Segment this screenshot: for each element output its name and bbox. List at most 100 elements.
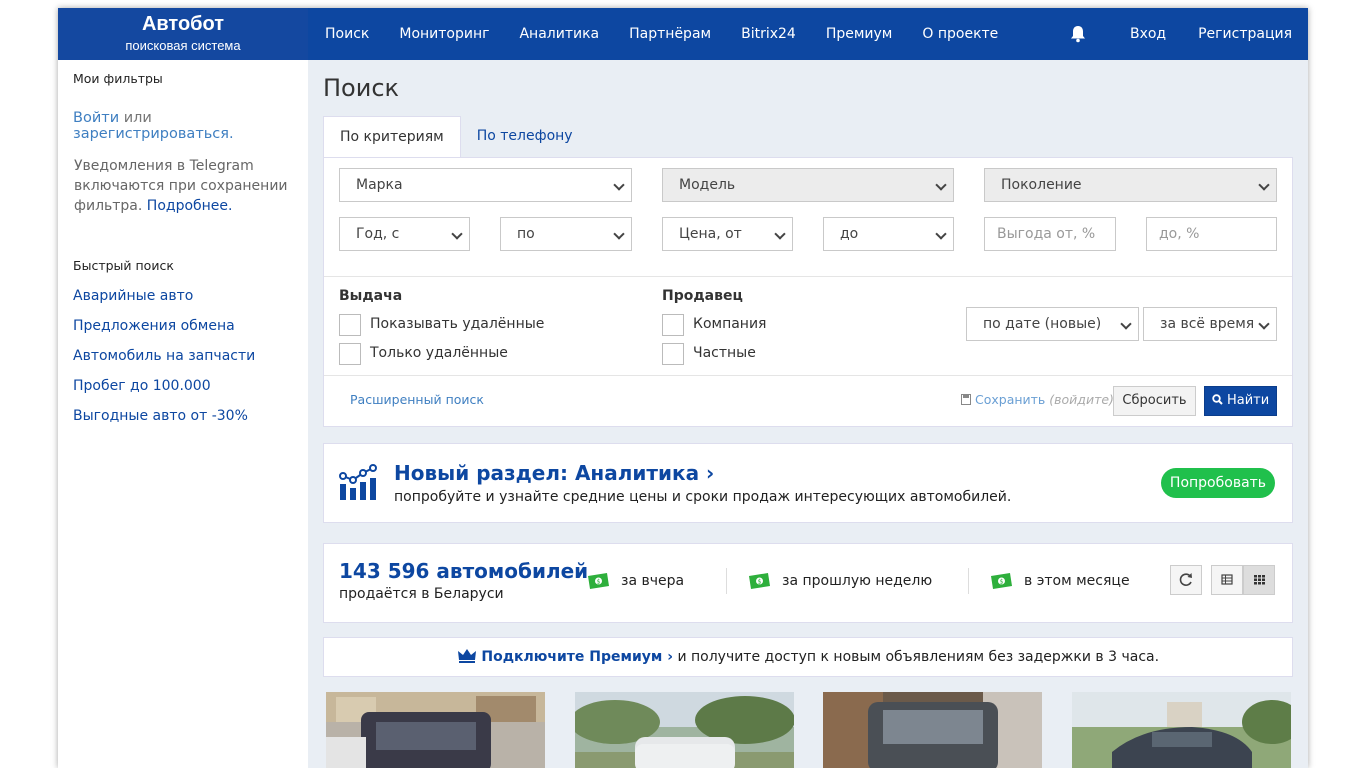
table-view-button[interactable] (1211, 565, 1243, 595)
refresh-icon (1179, 573, 1192, 586)
login-link[interactable]: Вход (1114, 8, 1182, 60)
model-select[interactable]: Модель (662, 168, 954, 202)
top-navbar: Автобот поисковая система Поиск Монитори… (58, 8, 1308, 60)
only-deleted-checkbox[interactable] (339, 343, 361, 365)
money-icon: $ (749, 573, 770, 589)
nav-partners[interactable]: Партнёрам (614, 8, 726, 60)
show-deleted-label: Показывать удалённые (370, 316, 545, 332)
car-photo (326, 692, 545, 768)
car-photo (575, 692, 794, 768)
brand-logo[interactable]: Автобот поисковая система (58, 8, 308, 60)
show-deleted-checkbox[interactable] (339, 314, 361, 336)
company-label: Компания (693, 316, 767, 332)
stat-yesterday-label: за вчера (621, 573, 685, 589)
or-text: или (123, 110, 152, 126)
sort-select[interactable]: по дате (новые) (966, 307, 1139, 341)
main-nav: Поиск Мониторинг Аналитика Партнёрам Bit… (310, 8, 1013, 60)
reset-button[interactable]: Сбросить (1113, 386, 1196, 416)
svg-text:$: $ (597, 579, 601, 586)
premium-banner: Подключите Премиум › и получите доступ к… (323, 637, 1293, 677)
premium-text: и получите доступ к новым объявлениям бе… (677, 649, 1160, 665)
search-tabs: По критериям По телефону (323, 116, 589, 158)
quick-item-exchange[interactable]: Предложения обмена (73, 318, 255, 348)
save-label: Сохранить (974, 392, 1046, 407)
nav-about[interactable]: О проекте (907, 8, 1013, 60)
crown-icon (457, 649, 476, 663)
nav-monitoring[interactable]: Мониторинг (384, 8, 504, 60)
premium-link[interactable]: Подключите Премиум › (481, 649, 673, 665)
car-card-thumbnail[interactable] (326, 692, 545, 768)
more-link[interactable]: Подробнее. (147, 198, 233, 214)
nav-premium[interactable]: Премиум (811, 8, 908, 60)
brand-title: Автобот (141, 13, 225, 35)
divider (324, 375, 1292, 376)
stat-this-month-label: в этом месяце (1024, 573, 1130, 589)
car-card-thumbnail[interactable] (823, 692, 1042, 768)
my-filters-heading: Мои фильтры (73, 71, 163, 86)
table-icon (1221, 574, 1233, 585)
money-icon: $ (588, 573, 609, 589)
stat-separator (968, 568, 969, 594)
nav-analytics[interactable]: Аналитика (504, 8, 614, 60)
grid-icon (1254, 575, 1265, 585)
profit-from-input[interactable]: Выгода от, % (984, 217, 1116, 251)
quick-search-list: Аварийные авто Предложения обмена Автомо… (73, 288, 255, 438)
make-select[interactable]: Марка (339, 168, 632, 202)
stats-panel: 143 596 автомобилей продаётся в Беларуси… (323, 543, 1293, 623)
quick-search-heading: Быстрый поиск (73, 258, 174, 273)
money-icon: $ (991, 573, 1012, 589)
sidebar-login-link[interactable]: Войти (73, 110, 119, 126)
private-checkbox[interactable] (662, 343, 684, 365)
profit-to-input[interactable]: до, % (1146, 217, 1277, 251)
only-deleted-label: Только удалённые (370, 345, 508, 361)
analytics-promo: Новый раздел: Аналитика › попробуйте и у… (323, 443, 1293, 523)
price-from-select[interactable]: Цена, от (662, 217, 793, 251)
car-card-thumbnail[interactable] (575, 692, 794, 768)
period-select[interactable]: за всё время (1143, 307, 1277, 341)
tab-by-phone[interactable]: По телефону (461, 116, 589, 158)
save-hint: (войдите) (1049, 392, 1114, 407)
bell-icon[interactable] (1068, 24, 1088, 44)
cars-count-subtitle: продаётся в Беларуси (339, 586, 504, 602)
sidebar-login-prompt: Войти или зарегистрироваться. (73, 110, 308, 142)
nav-search[interactable]: Поиск (310, 8, 384, 60)
brand-subtitle: поисковая система (125, 38, 241, 53)
sidebar: Мои фильтры Войти или зарегистрироваться… (58, 60, 308, 768)
company-checkbox[interactable] (662, 314, 684, 336)
stat-last-week[interactable]: $ за прошлую неделю (747, 569, 932, 593)
price-to-select[interactable]: до (823, 217, 954, 251)
promo-title-link[interactable]: Новый раздел: Аналитика › (394, 461, 714, 485)
quick-item-profitable[interactable]: Выгодные авто от -30% (73, 408, 255, 438)
quick-item-parts[interactable]: Автомобиль на запчасти (73, 348, 255, 378)
refresh-button[interactable] (1170, 565, 1202, 595)
advanced-search-link[interactable]: Расширенный поиск (350, 392, 484, 407)
nav-bitrix24[interactable]: Bitrix24 (726, 8, 811, 60)
grid-view-button[interactable] (1243, 565, 1275, 595)
car-card-thumbnail[interactable] (1072, 692, 1291, 768)
stat-separator (726, 568, 727, 594)
save-filter-link[interactable]: Сохранить (войдите) (961, 392, 1114, 407)
svg-text:$: $ (1000, 579, 1004, 586)
car-photo (823, 692, 1042, 768)
seller-group-title: Продавец (662, 288, 743, 304)
find-button[interactable]: Найти (1204, 386, 1277, 416)
generation-select[interactable]: Поколение (984, 168, 1277, 202)
quick-item-damaged[interactable]: Аварийные авто (73, 288, 255, 318)
stat-last-week-label: за прошлую неделю (782, 573, 933, 589)
private-label: Частные (693, 345, 756, 361)
try-button[interactable]: Попробовать (1161, 468, 1275, 498)
stat-yesterday[interactable]: $ за вчера (586, 569, 684, 593)
quick-item-mileage[interactable]: Пробег до 100.000 (73, 378, 255, 408)
register-link[interactable]: Регистрация (1182, 8, 1308, 60)
tab-by-criteria[interactable]: По критериям (323, 116, 461, 158)
svg-text:$: $ (758, 579, 762, 586)
year-from-select[interactable]: Год, с (339, 217, 470, 251)
car-photo (1072, 692, 1291, 768)
output-group-title: Выдача (339, 288, 403, 304)
save-icon (961, 394, 971, 405)
telegram-note: Уведомления в Telegram включаются при со… (74, 156, 294, 216)
stat-this-month[interactable]: $ в этом месяце (989, 569, 1130, 593)
sidebar-register-link[interactable]: зарегистрироваться. (73, 126, 234, 142)
year-to-select[interactable]: по (500, 217, 632, 251)
cars-count: 143 596 автомобилей (339, 559, 589, 583)
